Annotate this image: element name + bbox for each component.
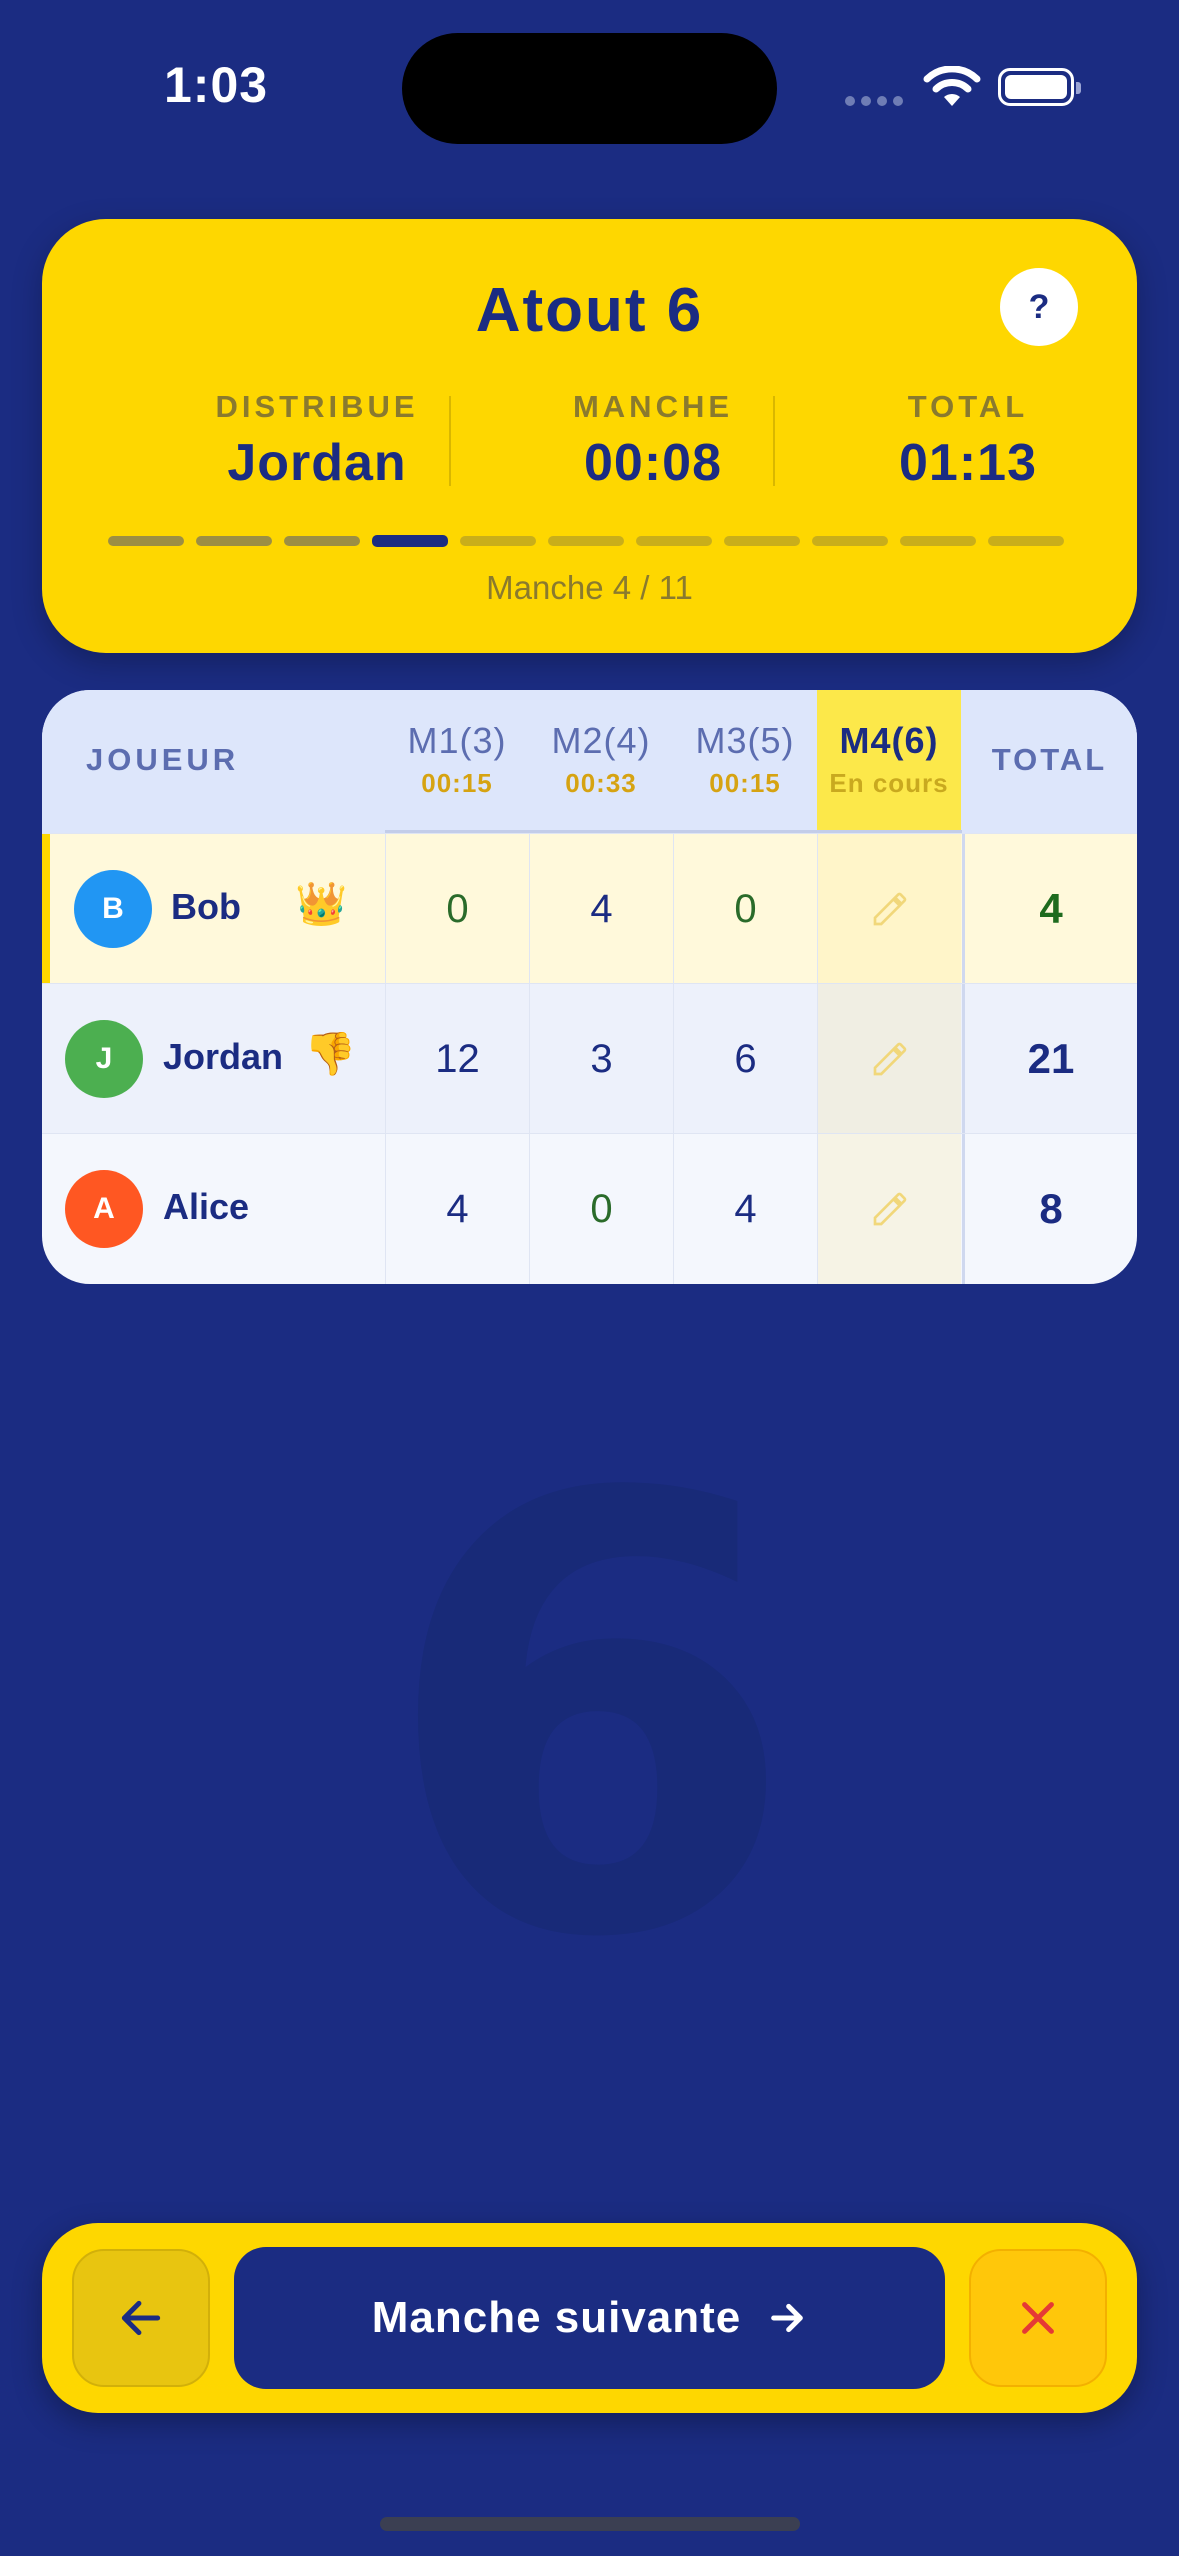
edit-score-button[interactable]: [817, 834, 961, 984]
stat-divider: [449, 396, 451, 486]
trump-watermark: 6: [380, 1370, 799, 2069]
player-column-header: JOUEUR: [86, 742, 240, 777]
progress-segment: [900, 536, 976, 546]
player-cell: J Jordan 👎: [42, 984, 385, 1134]
total-time-value: 01:13: [899, 434, 1037, 492]
edit-score-button[interactable]: [817, 984, 961, 1134]
score-cell[interactable]: 3: [529, 984, 673, 1134]
round-status: En cours: [829, 768, 949, 798]
table-row-jordan: J Jordan 👎 12 3 6 21: [42, 983, 1137, 1134]
round-name: M2(4): [551, 720, 651, 761]
round-header-m4-current: M4(6) En cours: [817, 690, 961, 833]
round-time-label: MANCHE: [572, 389, 734, 424]
dynamic-island: [402, 33, 777, 144]
round-name: M3(5): [695, 720, 795, 761]
round-duration: 00:15: [709, 768, 781, 798]
trump-title: Atout 6: [475, 276, 704, 345]
table-row-alice: A Alice 4 0 4 8: [42, 1133, 1137, 1284]
previous-round-button[interactable]: [72, 2249, 210, 2387]
wifi-icon: [923, 66, 981, 106]
progress-segment: [372, 535, 448, 547]
round-counter: Manche 4 / 11: [486, 569, 693, 606]
progress-segment: [988, 536, 1064, 546]
round-header-m3: M3(5) 00:15: [673, 690, 817, 833]
total-score: 4: [962, 834, 1137, 984]
score-cell[interactable]: 4: [529, 834, 673, 984]
total-score: 8: [962, 1134, 1137, 1284]
edit-score-button[interactable]: [817, 1134, 961, 1284]
status-time: 1:03: [164, 57, 269, 113]
progress-segment: [636, 536, 712, 546]
player-name: Jordan: [163, 1036, 284, 1077]
next-round-label: Manche suivante: [371, 2293, 742, 2342]
round-header-m2: M2(4) 00:33: [529, 690, 673, 833]
close-button[interactable]: [969, 2249, 1107, 2387]
progress-segment: [196, 536, 272, 546]
round-duration: 00:15: [421, 768, 493, 798]
total-column-header: TOTAL: [991, 742, 1108, 777]
player-cell: B Bob 👑: [42, 834, 385, 984]
action-bar: Manche suivante: [42, 2223, 1137, 2413]
score-cell[interactable]: 0: [673, 834, 817, 984]
progress-segment: [724, 536, 800, 546]
arrow-right-icon: [771, 2303, 804, 2333]
round-header-m1: M1(3) 00:15: [385, 690, 529, 833]
round-name: M4(6): [839, 720, 939, 761]
table-row-bob: B Bob 👑 0 4 0 4: [42, 833, 1137, 984]
help-button[interactable]: ?: [1000, 268, 1078, 346]
score-cell[interactable]: 12: [385, 984, 529, 1134]
progress-segment: [460, 536, 536, 546]
score-cell[interactable]: 0: [385, 834, 529, 984]
pencil-icon: [873, 1192, 906, 1226]
dealer-label: DISTRIBUE: [215, 389, 419, 424]
thumbs-down-icon: 👎: [304, 1030, 357, 1077]
total-time-stat: TOTAL 01:13: [808, 389, 1128, 493]
total-time-label: TOTAL: [907, 389, 1029, 424]
score-cell[interactable]: 0: [529, 1134, 673, 1284]
score-cell[interactable]: 4: [385, 1134, 529, 1284]
score-cell[interactable]: 6: [673, 984, 817, 1134]
close-icon: [1022, 2302, 1054, 2334]
round-name: M1(3): [407, 720, 507, 761]
pencil-icon: [873, 1042, 906, 1076]
round-progress-bar: [108, 535, 1064, 547]
progress-segment: [548, 536, 624, 546]
crown-icon: 👑: [295, 880, 348, 927]
cellular-signal-icon: [845, 96, 903, 106]
status-bar: 1:03: [0, 0, 1179, 150]
battery-icon: [998, 68, 1081, 106]
home-indicator: [380, 2517, 800, 2531]
round-header-card: Atout 6 ? DISTRIBUE Jordan MANCHE 00:08 …: [42, 219, 1137, 653]
round-time-value: 00:08: [584, 434, 722, 492]
dealer-value: Jordan: [227, 434, 407, 492]
total-score: 21: [962, 984, 1137, 1134]
player-name: Bob: [171, 886, 241, 927]
avatar: J: [65, 1020, 143, 1098]
progress-segment: [284, 536, 360, 546]
table-header-row: JOUEUR M1(3) 00:15 M2(4) 00:33 M3(5) 00:…: [42, 690, 1137, 833]
progress-segment: [108, 536, 184, 546]
score-table: JOUEUR M1(3) 00:15 M2(4) 00:33 M3(5) 00:…: [42, 690, 1137, 1284]
score-cell[interactable]: 4: [673, 1134, 817, 1284]
round-duration: 00:33: [565, 768, 637, 798]
avatar: B: [74, 870, 152, 948]
progress-segment: [812, 536, 888, 546]
next-round-button[interactable]: Manche suivante: [234, 2247, 945, 2389]
dealer-stat: DISTRIBUE Jordan: [157, 389, 477, 493]
arrow-left-icon: [121, 2300, 161, 2336]
pencil-icon: [873, 892, 906, 926]
avatar: A: [65, 1170, 143, 1248]
round-time-stat: MANCHE 00:08: [493, 389, 813, 493]
stat-divider: [773, 396, 775, 486]
player-name: Alice: [163, 1186, 250, 1227]
player-cell: A Alice: [42, 1134, 385, 1284]
